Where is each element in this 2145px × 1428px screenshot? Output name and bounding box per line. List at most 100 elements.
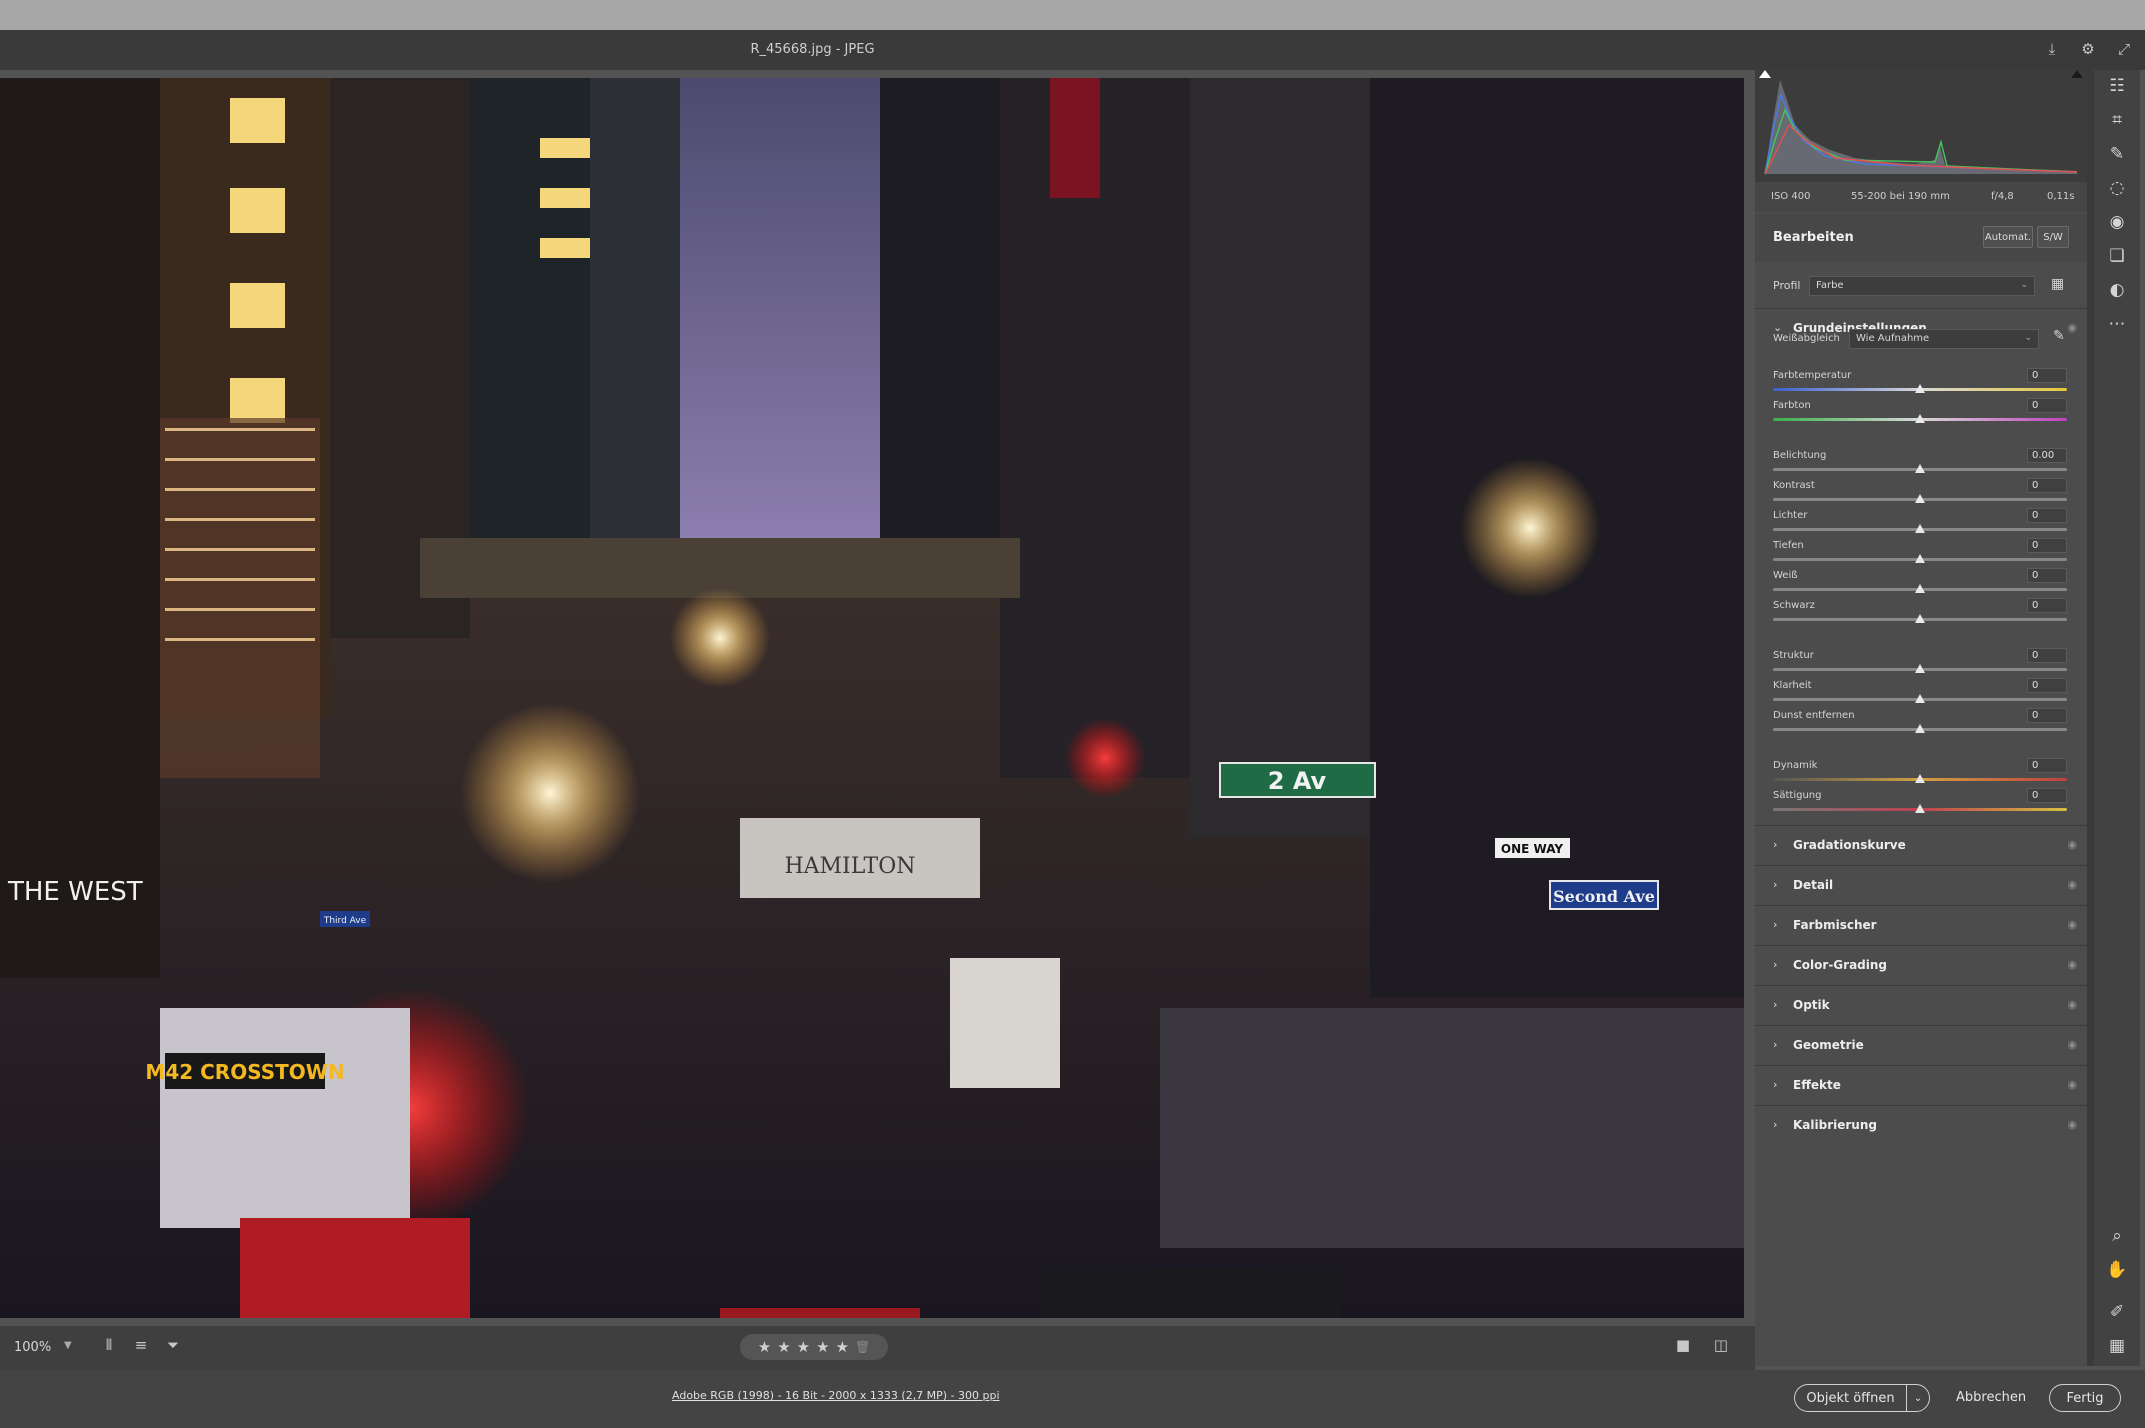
eye-icon[interactable]: ◉ [2067,838,2077,851]
filmstrip-icon[interactable]: ⫴ [98,1336,120,1358]
section-6[interactable]: › Effekte ◉ [1755,1065,2087,1103]
slider-5[interactable]: Tiefen 0 [1773,538,2067,570]
eye-icon[interactable]: ◉ [2067,1078,2077,1091]
section-4[interactable]: › Optik ◉ [1755,985,2087,1023]
chevron-down-icon: ⌄ [2024,333,2032,343]
profile-browser-icon[interactable]: ▦ [2051,276,2064,292]
slider-value-field[interactable]: 0 [2027,648,2067,663]
open-options-dropdown[interactable]: ⌄ [1906,1384,1930,1412]
sort-icon[interactable]: ≡ [130,1336,152,1358]
slider-12[interactable]: Sättigung 0 [1773,788,2067,820]
slider-thumb[interactable] [1915,694,1925,703]
eye-icon[interactable]: ◉ [2067,878,2077,891]
slider-4[interactable]: Lichter 0 [1773,508,2067,540]
cancel-button[interactable]: Abbrechen [1956,1390,2026,1405]
color-sampler-icon[interactable]: ✐ [2102,1298,2132,1326]
section-3[interactable]: › Color-Grading ◉ [1755,945,2087,983]
slider-thumb[interactable] [1915,664,1925,673]
slider-value-field[interactable]: 0 [2027,568,2067,583]
panel-scrollbar[interactable] [2087,70,2094,1366]
eye-icon[interactable]: ◉ [2067,1118,2077,1131]
slider-value-field[interactable]: 0 [2027,598,2067,613]
trash-icon[interactable]: 🗑 [855,1340,870,1354]
snapshots-icon[interactable]: ◐ [2102,276,2132,304]
slider-thumb[interactable] [1915,554,1925,563]
red-eye-icon[interactable]: ◉ [2102,208,2132,236]
section-0[interactable]: › Gradationskurve ◉ [1755,825,2087,863]
slider-11[interactable]: Dynamik 0 [1773,758,2067,790]
open-object-button[interactable]: Objekt öffnen [1794,1384,1906,1412]
filter-icon[interactable]: ⏷ [162,1336,184,1358]
slider-value-field[interactable]: 0 [2027,758,2067,773]
slider-value-field[interactable]: 0 [2027,678,2067,693]
slider-thumb[interactable] [1915,614,1925,623]
grid-icon[interactable]: ▦ [2102,1332,2132,1360]
save-icon[interactable]: ⤓ [2041,38,2063,60]
gear-icon[interactable]: ⚙ [2077,38,2099,60]
slider-value-field[interactable]: 0 [2027,368,2067,383]
slider-2[interactable]: Belichtung 0.00 [1773,448,2067,480]
wb-label: Weißabgleich [1773,333,1840,344]
slider-6[interactable]: Weiß 0 [1773,568,2067,600]
crop-icon[interactable]: ⌗ [2102,106,2132,134]
profile-select[interactable]: Farbe ⌄ [1809,276,2035,296]
section-7[interactable]: › Kalibrierung ◉ [1755,1105,2087,1143]
wb-select[interactable]: Wie Aufnahme ⌄ [1849,329,2039,349]
chevron-down-icon[interactable]: ▼ [64,1340,72,1351]
star-rating[interactable]: ★ ★ ★ ★ ★ 🗑 [740,1334,888,1360]
eye-icon[interactable]: ◉ [2067,998,2077,1011]
healing-icon[interactable]: ✎ [2102,140,2132,168]
section-2[interactable]: › Farbmischer ◉ [1755,905,2087,943]
auto-button[interactable]: Automat. [1983,226,2033,248]
slider-value-field[interactable]: 0 [2027,788,2067,803]
slider-value-field[interactable]: 0 [2027,478,2067,493]
workflow-options-link[interactable]: Adobe RGB (1998) - 16 Bit - 2000 x 1333 … [672,1389,1000,1402]
slider-thumb[interactable] [1915,494,1925,503]
slider-thumb[interactable] [1915,774,1925,783]
star-icon[interactable]: ★ [797,1338,810,1356]
slider-0[interactable]: Farbtemperatur 0 [1773,368,2067,400]
slider-8[interactable]: Struktur 0 [1773,648,2067,680]
star-icon[interactable]: ★ [816,1338,829,1356]
photo-canvas[interactable]: 2 Av Second Ave M42 CROSSTOWN HAMILTON T… [0,78,1744,1318]
slider-value-field[interactable]: 0 [2027,398,2067,413]
zoom-icon[interactable]: ⌕ [2102,1222,2132,1250]
single-view-icon[interactable]: ■ [1672,1336,1694,1358]
star-icon[interactable]: ★ [758,1338,771,1356]
eye-icon[interactable]: ◉ [2067,321,2077,334]
slider-7[interactable]: Schwarz 0 [1773,598,2067,630]
slider-1[interactable]: Farbton 0 [1773,398,2067,430]
slider-thumb[interactable] [1915,584,1925,593]
slider-thumb[interactable] [1915,724,1925,733]
eye-icon[interactable]: ◉ [2067,958,2077,971]
star-icon[interactable]: ★ [777,1338,790,1356]
slider-thumb[interactable] [1915,464,1925,473]
section-1[interactable]: › Detail ◉ [1755,865,2087,903]
eye-icon[interactable]: ◉ [2067,918,2077,931]
section-5[interactable]: › Geometrie ◉ [1755,1025,2087,1063]
more-icon[interactable]: ⋯ [2102,310,2132,338]
slider-value-field[interactable]: 0 [2027,538,2067,553]
expand-icon[interactable]: ⤢ [2113,38,2135,60]
slider-thumb[interactable] [1915,414,1925,423]
hand-icon[interactable]: ✋ [2102,1256,2132,1284]
slider-3[interactable]: Kontrast 0 [1773,478,2067,510]
edit-icon[interactable]: ☷ [2102,72,2132,100]
slider-10[interactable]: Dunst entfernen 0 [1773,708,2067,740]
presets-icon[interactable]: ❏ [2102,242,2132,270]
masking-icon[interactable]: ◌ [2102,174,2132,202]
slider-thumb[interactable] [1915,804,1925,813]
done-button[interactable]: Fertig [2049,1384,2121,1412]
slider-thumb[interactable] [1915,524,1925,533]
slider-value-field[interactable]: 0 [2027,708,2067,723]
bw-button[interactable]: S/W [2037,226,2069,248]
eye-icon[interactable]: ◉ [2067,1038,2077,1051]
zoom-level[interactable]: 100% [14,1340,51,1355]
slider-value-field[interactable]: 0 [2027,508,2067,523]
slider-thumb[interactable] [1915,384,1925,393]
eyedropper-icon[interactable]: ✎ [2053,328,2065,344]
slider-9[interactable]: Klarheit 0 [1773,678,2067,710]
compare-icon[interactable]: ◫ [1710,1336,1732,1358]
star-icon[interactable]: ★ [836,1338,849,1356]
slider-value-field[interactable]: 0.00 [2027,448,2067,463]
